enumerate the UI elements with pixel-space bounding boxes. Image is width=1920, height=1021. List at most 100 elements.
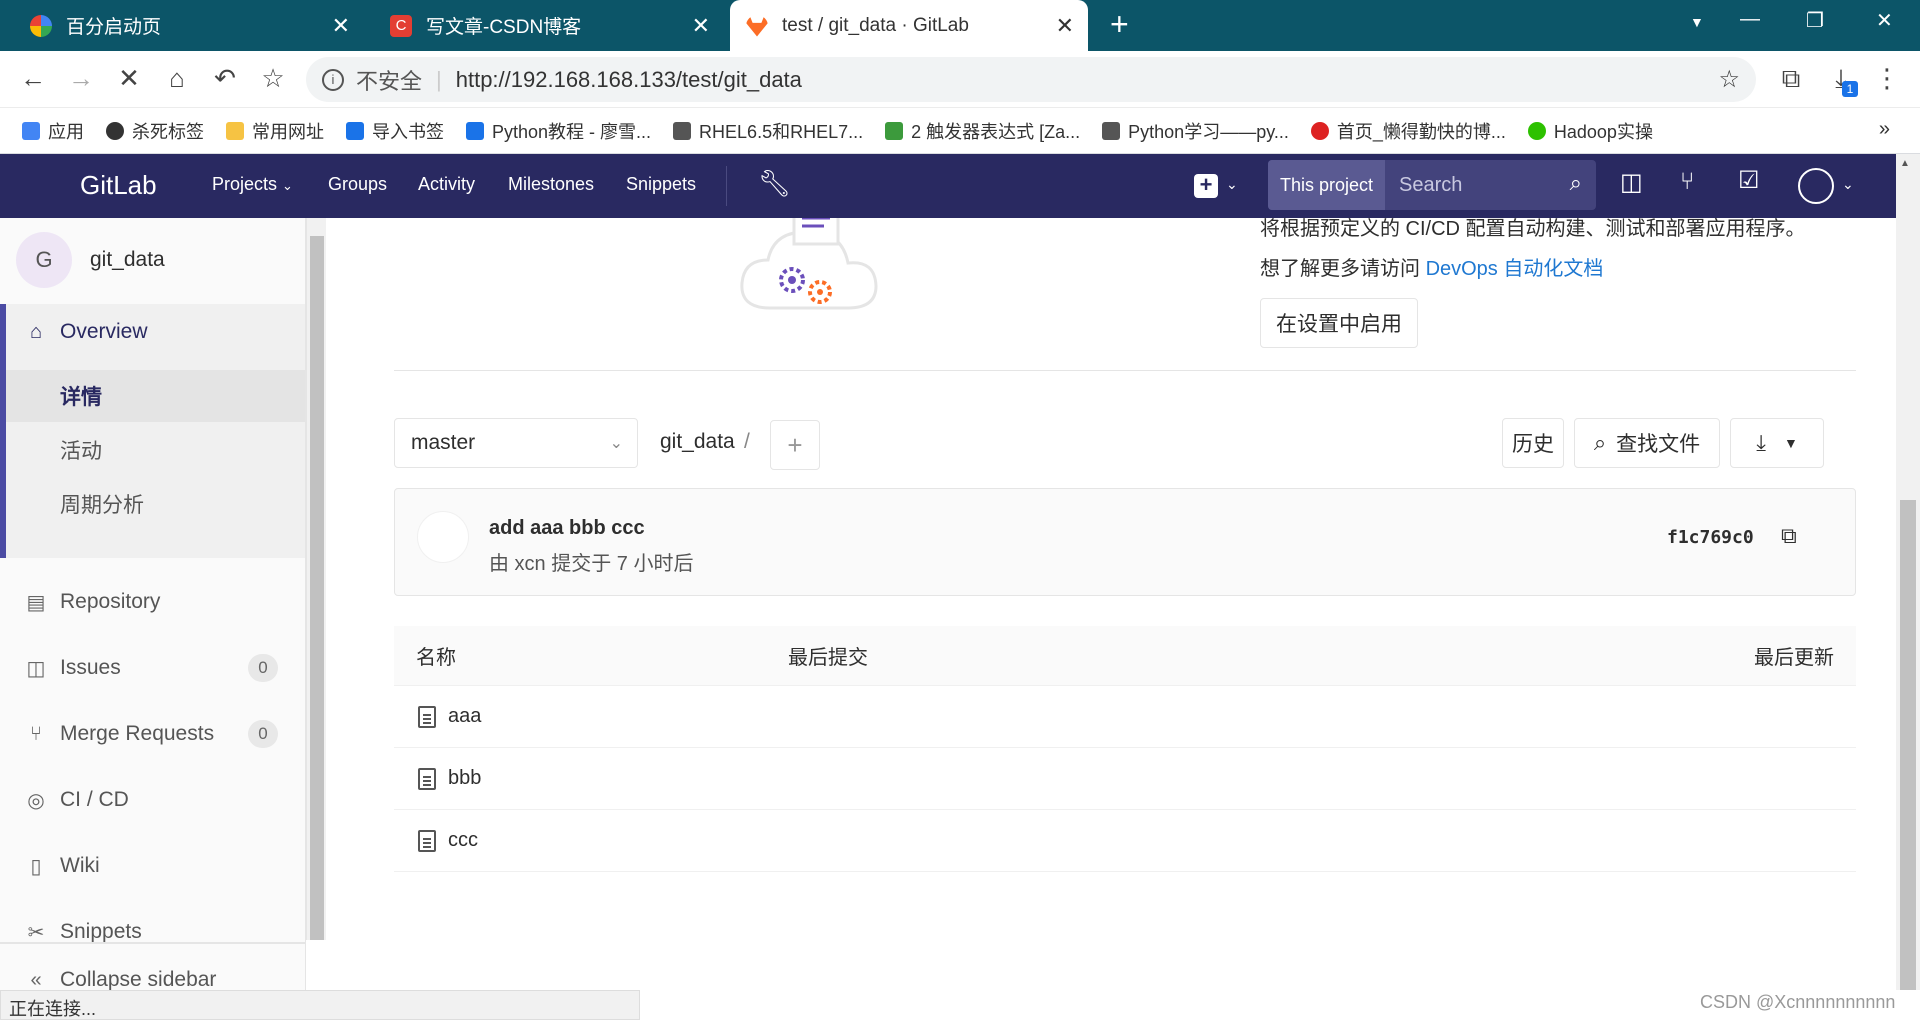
commit-message[interactable]: add aaa bbb ccc	[489, 517, 645, 540]
main-content: 将根据预定义的 CI/CD 配置自动构建、测试和部署应用程序。 想了解更多请访问…	[326, 218, 1896, 990]
autodevops-doc-link[interactable]: DevOps 自动化文档	[1426, 258, 1604, 280]
table-row[interactable]: bbb	[394, 748, 1856, 810]
stop-icon[interactable]: ✕	[112, 63, 146, 94]
bookmark-star-icon[interactable]: ☆	[256, 63, 290, 94]
sidebar-item-merge-requests[interactable]: ⑂ Merge Requests 0	[0, 708, 305, 760]
new-tab-button[interactable]: +	[1110, 6, 1129, 43]
nav-snippets[interactable]: Snippets	[626, 174, 696, 195]
nav-projects[interactable]: Projects ⌄	[212, 174, 293, 195]
sidebar-subitem-activity[interactable]: 活动	[0, 424, 305, 476]
commit-meta: 由 xcn 提交于 7 小时后	[489, 553, 694, 575]
table-row[interactable]: aaa	[394, 686, 1856, 748]
browser-tab-2[interactable]: C 写文章-CSDN博客 ✕	[374, 0, 724, 51]
nav-milestones[interactable]: Milestones	[508, 174, 594, 195]
browser-tab-active[interactable]: test / git_data · GitLab ✕	[730, 0, 1088, 51]
page-scrollbar[interactable]: ▲	[1896, 154, 1920, 990]
scroll-up-arrow-icon[interactable]: ▲	[1900, 158, 1910, 169]
plus-icon[interactable]: +	[1194, 174, 1218, 198]
bookmark-item[interactable]: 导入书签	[346, 118, 444, 144]
home-icon[interactable]: ⌂	[160, 63, 194, 94]
history-button[interactable]: 历史	[1502, 418, 1564, 468]
sidebar-item-snippets[interactable]: ✂ Snippets	[0, 906, 305, 958]
bookmark-item[interactable]: 应用	[22, 118, 84, 144]
minimize-icon[interactable]: —	[1740, 8, 1760, 31]
browser-tab-1[interactable]: 百分启动页 ✕	[14, 0, 364, 51]
table-row[interactable]: ccc	[394, 810, 1856, 872]
book-icon: ▯	[30, 855, 42, 878]
close-icon[interactable]: ✕	[692, 13, 710, 39]
close-icon[interactable]: ✕	[1056, 13, 1074, 39]
csdn-icon: C	[390, 14, 412, 37]
avatar[interactable]	[417, 511, 469, 563]
branch-select[interactable]: master ⌄	[394, 418, 638, 468]
folder-icon	[226, 121, 244, 140]
merge-request-icon[interactable]: ⑂	[1680, 168, 1694, 196]
bookmark-item[interactable]: Hadoop实操	[1527, 118, 1653, 144]
tab-title: 写文章-CSDN博客	[426, 17, 582, 38]
url-text[interactable]: http://192.168.168.133/test/git_data	[456, 67, 802, 93]
bookmarks-overflow[interactable]: »	[1879, 118, 1890, 141]
gitlab-logo[interactable]: GitLab	[80, 170, 157, 201]
file-name[interactable]: aaa	[448, 705, 481, 728]
todo-icon[interactable]: ☑	[1738, 166, 1760, 195]
sidebar-item-wiki[interactable]: ▯ Wiki	[0, 840, 305, 892]
nav-groups[interactable]: Groups	[328, 174, 387, 195]
project-avatar[interactable]: G	[16, 232, 72, 288]
bookmark-item[interactable]: 杀死标签	[106, 118, 204, 144]
file-name[interactable]: ccc	[448, 829, 478, 852]
tab-search-icon[interactable]: ▼	[1690, 14, 1704, 30]
sidebar-subitem-cycle[interactable]: 周期分析	[0, 478, 305, 530]
page-scroll-thumb[interactable]	[1900, 500, 1916, 990]
admin-wrench-icon[interactable]: 🔧︎	[758, 168, 791, 199]
sidebar-item-issues[interactable]: ◫ Issues 0	[0, 642, 305, 694]
chevron-down-icon[interactable]: ⌄	[1842, 176, 1854, 193]
bookmark-item[interactable]: 2 触发器表达式 [Za...	[885, 118, 1080, 144]
nav-activity[interactable]: Activity	[418, 174, 475, 195]
wechat-icon	[1527, 121, 1546, 140]
file-name[interactable]: bbb	[448, 767, 481, 790]
sidebar-scroll-thumb[interactable]	[310, 236, 324, 940]
bookmark-item[interactable]: RHEL6.5和RHEL7...	[673, 118, 863, 144]
bookmark-item[interactable]: 首页_懒得勤快的博...	[1310, 118, 1506, 144]
window-close-icon[interactable]: ✕	[1876, 8, 1893, 33]
bookmark-item[interactable]: Python学习——py...	[1102, 118, 1289, 144]
search-icon[interactable]: ⌕	[1570, 170, 1582, 196]
menu-icon[interactable]: ⋮	[1870, 63, 1904, 94]
find-file-button[interactable]: ⌕ 查找文件	[1574, 418, 1720, 468]
chevron-down-icon[interactable]: ⌄	[1226, 176, 1238, 193]
forward-icon[interactable]: →	[64, 63, 98, 94]
restore-icon[interactable]: ❐	[1806, 8, 1824, 33]
undo-icon[interactable]: ↶	[208, 63, 242, 94]
copy-icon[interactable]: ⧉	[1781, 523, 1797, 549]
screenshot-icon[interactable]: ⧉	[1774, 63, 1808, 95]
sidebar-scrollbar-track[interactable]	[306, 218, 326, 940]
sidebar-subitem-details[interactable]: 详情	[0, 370, 305, 422]
download-dropdown-button[interactable]: ⤓ ▼	[1730, 418, 1824, 468]
sidebar-item-overview[interactable]: ⌂ Overview	[0, 304, 305, 360]
breadcrumb-repo[interactable]: git_data	[660, 430, 735, 454]
back-icon[interactable]: ←	[16, 63, 50, 94]
browser-toolbar: ← → ✕ ⌂ ↶ ☆ i 不安全 | http://192.168.168.1…	[0, 51, 1920, 108]
sidebar-item-repository[interactable]: ▤ Repository	[0, 576, 305, 628]
address-bar[interactable]: i 不安全 | http://192.168.168.133/test/git_…	[306, 57, 1756, 102]
close-icon[interactable]: ✕	[332, 13, 350, 39]
star-icon[interactable]: ☆	[1718, 65, 1740, 94]
issues-count: 0	[248, 654, 278, 682]
bookmark-item[interactable]: Python教程 - 廖雪...	[466, 118, 651, 144]
issues-icon[interactable]: ◫	[1620, 168, 1643, 197]
autodevops-doc-line: 想了解更多请访问 DevOps 自动化文档	[1260, 258, 1604, 280]
collapse-sidebar-button[interactable]: «Collapse sidebar	[0, 960, 305, 990]
commit-sha[interactable]: f1c769c0	[1667, 527, 1754, 548]
avatar[interactable]	[1798, 168, 1834, 204]
search-scope[interactable]: This project	[1268, 160, 1386, 210]
add-file-button[interactable]: +	[770, 420, 820, 470]
info-icon[interactable]: i	[322, 68, 344, 91]
bookmark-item[interactable]: 常用网址	[226, 118, 324, 144]
sidebar-item-cicd[interactable]: ◎ CI / CD	[0, 774, 305, 826]
plus-icon: +	[787, 429, 803, 460]
search-input[interactable]: Search	[1399, 174, 1462, 197]
search-box[interactable]: This project Search ⌕	[1268, 160, 1596, 210]
enable-in-settings-button[interactable]: 在设置中启用	[1260, 298, 1418, 348]
project-name[interactable]: git_data	[90, 248, 165, 272]
divider	[394, 370, 1856, 371]
